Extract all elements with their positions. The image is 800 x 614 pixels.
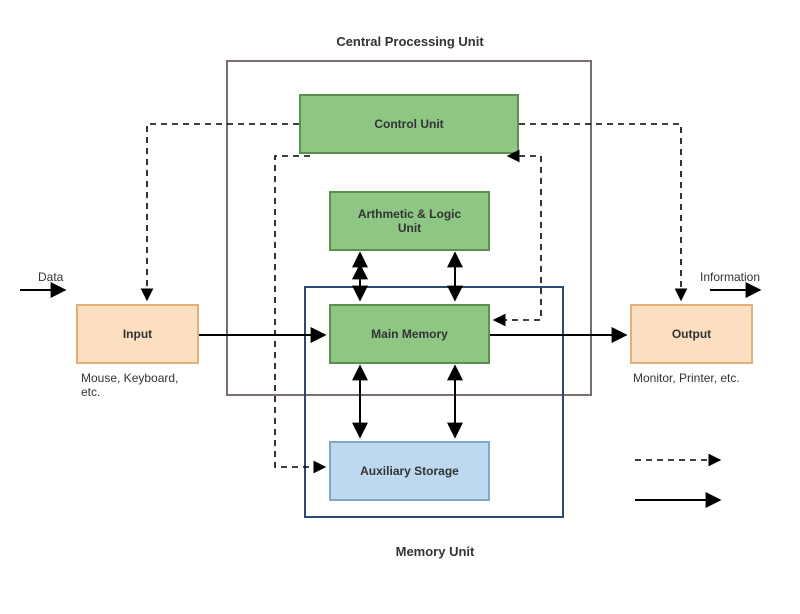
memory-unit-title: Memory Unit (360, 544, 510, 559)
output-block: Output (630, 304, 753, 364)
output-label: Output (672, 327, 711, 341)
ctrl-to-mm (494, 156, 541, 320)
ctrl-to-aux (275, 156, 325, 467)
aux-storage-block: Auxiliary Storage (329, 441, 490, 501)
data-label: Data (38, 270, 63, 284)
alu-label: Arthmetic & Logic Unit (358, 207, 461, 235)
main-memory-label: Main Memory (371, 327, 448, 341)
input-sublabel: Mouse, Keyboard, etc. (81, 371, 178, 399)
ctrl-to-output (519, 124, 681, 300)
input-block: Input (76, 304, 199, 364)
main-memory-block: Main Memory (329, 304, 490, 364)
control-unit-block: Control Unit (299, 94, 519, 154)
control-unit-label: Control Unit (374, 117, 443, 131)
alu-block: Arthmetic & Logic Unit (329, 191, 490, 251)
information-label: Information (700, 270, 760, 284)
ctrl-to-input (147, 124, 299, 300)
cpu-title: Central Processing Unit (300, 34, 520, 49)
output-sublabel: Monitor, Printer, etc. (633, 371, 740, 385)
input-label: Input (123, 327, 152, 341)
aux-storage-label: Auxiliary Storage (360, 464, 459, 478)
